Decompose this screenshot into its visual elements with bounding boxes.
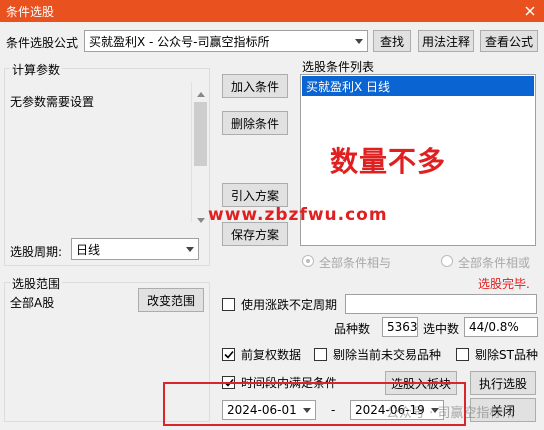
view-formula-button[interactable]: 查看公式 — [480, 30, 538, 52]
exclude-untraded-checkbox[interactable] — [314, 348, 327, 361]
forward-adjusted-checkbox[interactable] — [222, 348, 235, 361]
execute-button[interactable]: 执行选股 — [470, 371, 536, 395]
scroll-up-icon[interactable] — [197, 86, 205, 100]
formula-select-value: 买就盈利X - 公众号-司赢空指标所 — [89, 34, 270, 49]
count-label: 品种数 — [334, 322, 371, 336]
range-value: 全部A股 — [10, 296, 55, 310]
range-group-label: 选股范围 — [10, 275, 63, 292]
period-days-input[interactable] — [345, 294, 537, 314]
selected-count-value: 44/0.8% — [464, 317, 538, 337]
window-title: 条件选股 — [6, 5, 55, 19]
add-condition-button[interactable]: 加入条件 — [222, 74, 288, 98]
status-text: 选股完毕. — [478, 277, 530, 291]
conditions-label: 选股条件列表 — [302, 60, 375, 74]
annotation-box — [163, 382, 466, 426]
logic-and-radio[interactable] — [302, 255, 314, 267]
period-label: 选股周期: — [10, 245, 63, 259]
import-scheme-button[interactable]: 引入方案 — [222, 183, 288, 207]
use-period-checkbox[interactable] — [222, 298, 235, 311]
params-message: 无参数需要设置 — [10, 95, 95, 109]
delete-condition-button[interactable]: 删除条件 — [222, 111, 288, 135]
watermark-url: www.zbzfwu.com — [208, 205, 388, 225]
use-period-label: 使用涨跌不定周期 — [241, 298, 338, 312]
count-value: 5363 — [382, 317, 418, 337]
period-select-value: 日线 — [76, 242, 101, 257]
title-bar: 条件选股 — [0, 0, 544, 22]
scroll-thumb[interactable] — [194, 102, 207, 166]
chevron-down-icon[interactable] — [181, 239, 198, 259]
params-group-label: 计算参数 — [10, 61, 63, 78]
overlay-caption: 数量不多 — [330, 145, 447, 178]
scroll-down-icon[interactable] — [197, 212, 205, 226]
exclude-st-label: 剔除ST品种 — [475, 348, 538, 362]
save-scheme-button[interactable]: 保存方案 — [222, 222, 288, 246]
exclude-untraded-label: 剔除当前未交易品种 — [333, 348, 442, 362]
checkmark-icon — [223, 350, 234, 359]
forward-adjusted-label: 前复权数据 — [241, 348, 302, 362]
params-scrollbar[interactable] — [191, 82, 208, 223]
usage-notes-button[interactable]: 用法注释 — [418, 30, 474, 52]
exclude-st-checkbox[interactable] — [456, 348, 469, 361]
logic-and-label: 全部条件相与 — [319, 256, 392, 270]
close-icon[interactable] — [516, 0, 544, 22]
formula-label: 条件选股公式 — [6, 36, 79, 50]
logic-or-label: 全部条件相或 — [458, 256, 531, 270]
formula-select[interactable]: 买就盈利X - 公众号-司赢空指标所 — [84, 30, 368, 52]
period-select[interactable]: 日线 — [71, 238, 199, 260]
logic-or-radio[interactable] — [441, 255, 453, 267]
find-button[interactable]: 查找 — [373, 30, 411, 52]
change-range-button[interactable]: 改变范围 — [138, 288, 204, 312]
chevron-down-icon[interactable] — [350, 31, 367, 51]
list-item[interactable]: 买就盈利X 日线 — [302, 76, 534, 96]
selected-count-label: 选中数 — [423, 322, 460, 336]
